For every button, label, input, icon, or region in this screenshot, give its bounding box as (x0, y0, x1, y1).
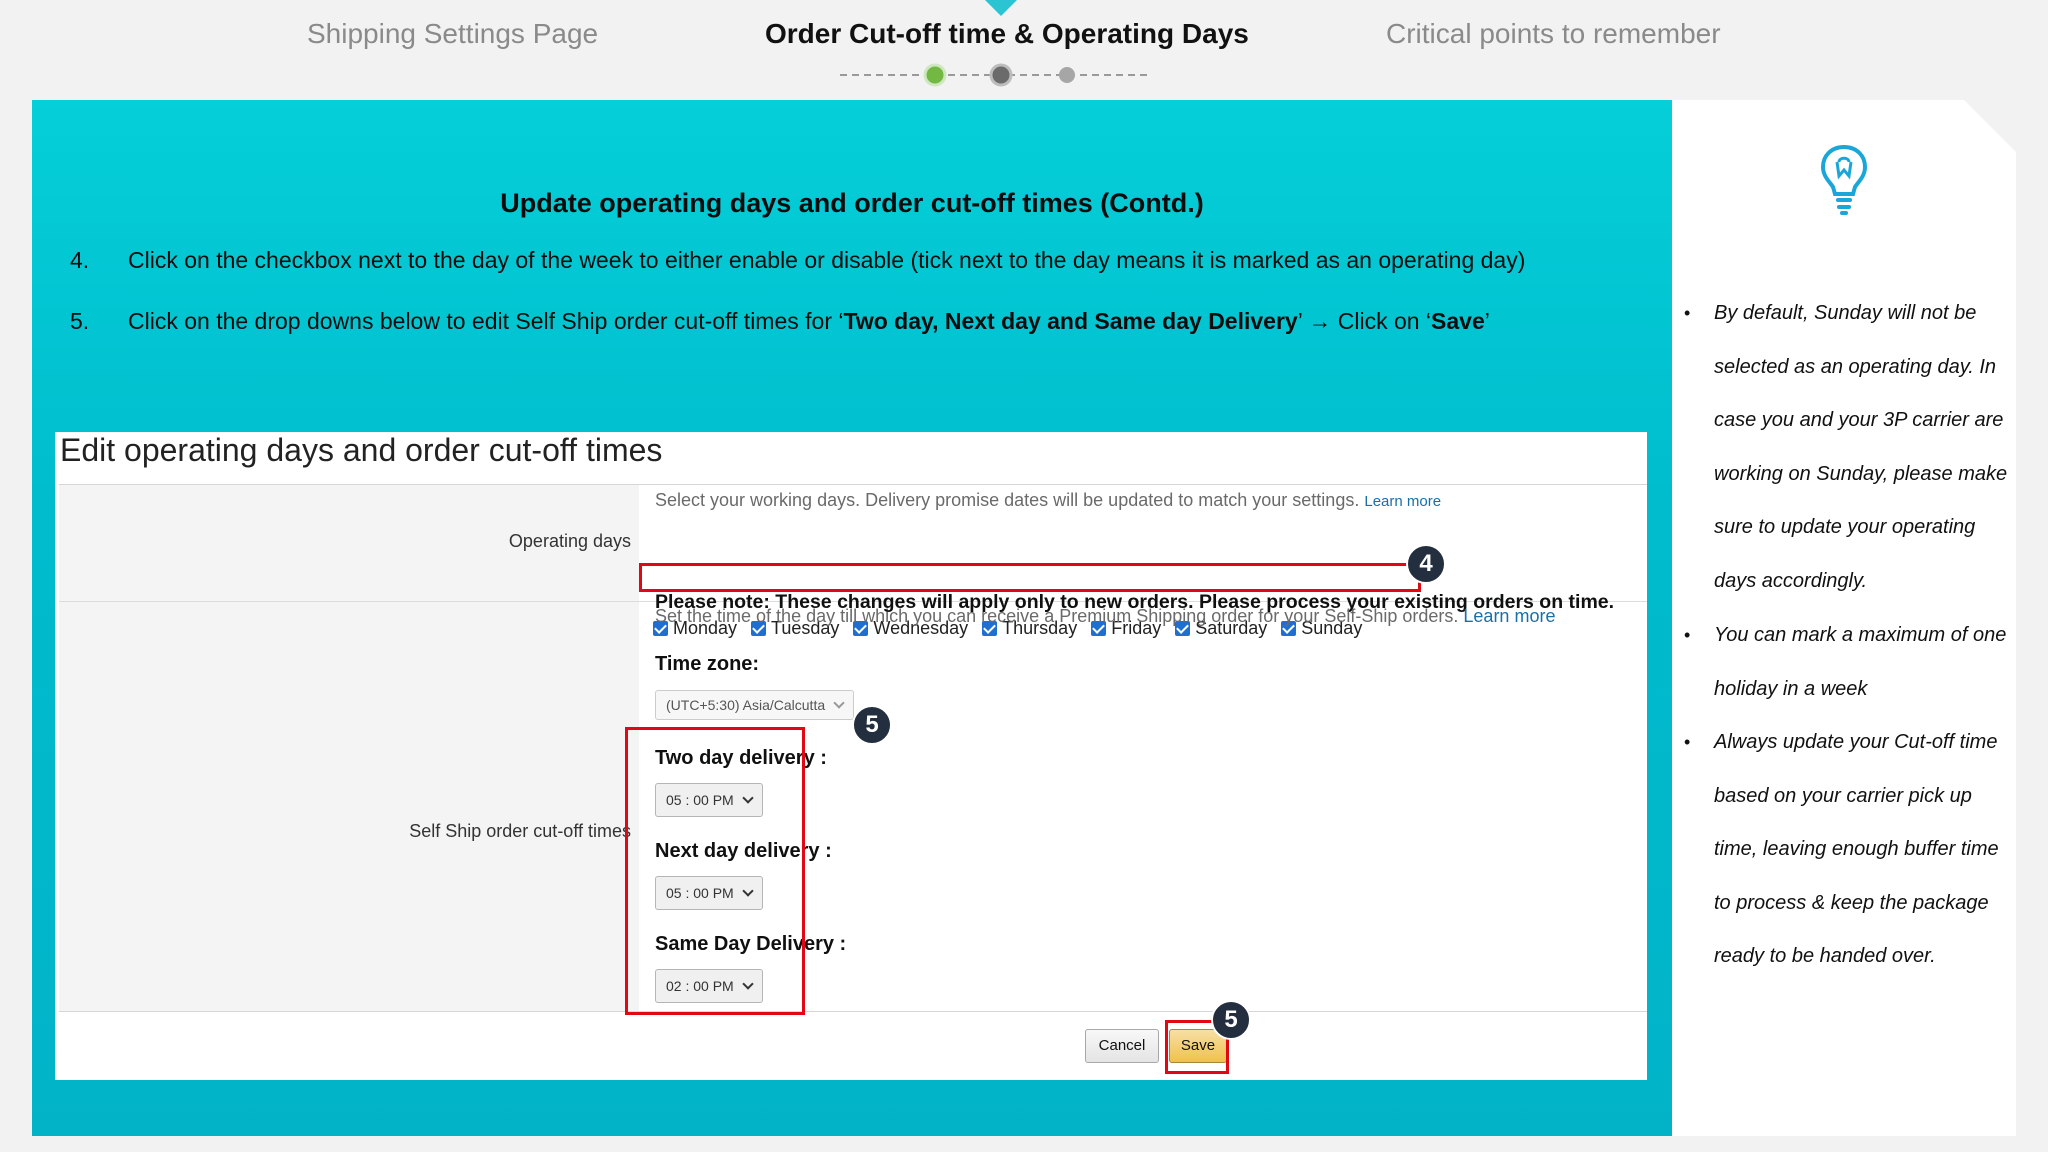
tab-order-cutoff[interactable]: Order Cut-off time & Operating Days (765, 18, 1249, 50)
step-5-badge: 5 (1211, 1000, 1251, 1040)
tip-item: • You can mark a maximum of one holiday … (1684, 609, 2014, 716)
slide-heading: Update operating days and order cut-off … (500, 188, 1204, 218)
operating-days-hint: Select your working days. Delivery promi… (655, 490, 1441, 511)
step-4-badge: 4 (1406, 544, 1446, 584)
step-5-badge: 5 (852, 705, 892, 745)
bullet-icon: • (1684, 732, 1691, 752)
progress-dot-complete (923, 63, 947, 87)
label-column (59, 485, 639, 1011)
step-text: Click on the drop downs below to edit Se… (128, 308, 844, 334)
tip-item: • By default, Sunday will not be selecte… (1684, 287, 2014, 608)
settings-title: Edit operating days and order cut-off ti… (60, 432, 663, 468)
step-text-bold: Save (1431, 308, 1485, 334)
step-text: ’ (1484, 308, 1490, 334)
cutoff-hint: Set the time of the day till which you c… (655, 606, 1555, 627)
learn-more-link[interactable]: Learn more (1364, 493, 1441, 510)
step-number: 4. (70, 247, 90, 273)
progress-indicator (840, 63, 1148, 87)
tab-shipping-settings[interactable]: Shipping Settings Page (307, 18, 598, 50)
timezone-value: (UTC+5:30) Asia/Calcutta (666, 697, 826, 713)
step-4: 4. Click on the checkbox next to the day … (70, 247, 1525, 274)
timezone-select[interactable]: (UTC+5:30) Asia/Calcutta (655, 690, 855, 720)
bullet-icon: • (1684, 303, 1691, 323)
settings-screenshot: Edit operating days and order cut-off ti… (55, 432, 1647, 1080)
operating-days-label: Operating days (508, 531, 631, 551)
step-text: Click on the checkbox next to the day of… (128, 247, 1526, 273)
learn-more-link[interactable]: Learn more (1463, 606, 1555, 626)
progress-dot-current (989, 63, 1013, 87)
active-tab-indicator (985, 0, 1017, 16)
cutoff-highlight-box (625, 727, 805, 1015)
days-highlight-box (639, 563, 1421, 592)
tip-text: By default, Sunday will not be selected … (1714, 302, 2008, 592)
cutoff-hint-text: Set the time of the day till which you c… (655, 606, 1459, 626)
step-number: 5. (70, 308, 90, 334)
step-text-bold: Two day, Next day and Same day Delivery (843, 308, 1298, 334)
lightbulb-icon (1820, 144, 1868, 215)
cancel-button[interactable]: Cancel (1085, 1029, 1159, 1063)
tips-panel: • By default, Sunday will not be selecte… (1672, 100, 2016, 1136)
cutoff-times-label: Self Ship order cut-off times (409, 821, 631, 841)
tip-text: You can mark a maximum of one holiday in… (1714, 624, 2007, 700)
tip-item: • Always update your Cut-off time based … (1684, 716, 2014, 984)
tab-critical-points[interactable]: Critical points to remember (1386, 18, 1721, 50)
bullet-icon: • (1684, 625, 1691, 645)
tip-text: Always update your Cut-off time based on… (1714, 731, 1999, 967)
progress-dot-next (1059, 67, 1075, 83)
operating-days-hint-text: Select your working days. Delivery promi… (655, 490, 1360, 510)
step-5: 5. Click on the drop downs below to edit … (70, 308, 1490, 335)
chevron-down-icon (833, 697, 845, 709)
timezone-label: Time zone: (655, 653, 760, 675)
step-text: ’ → Click on ‘ (1297, 308, 1432, 334)
